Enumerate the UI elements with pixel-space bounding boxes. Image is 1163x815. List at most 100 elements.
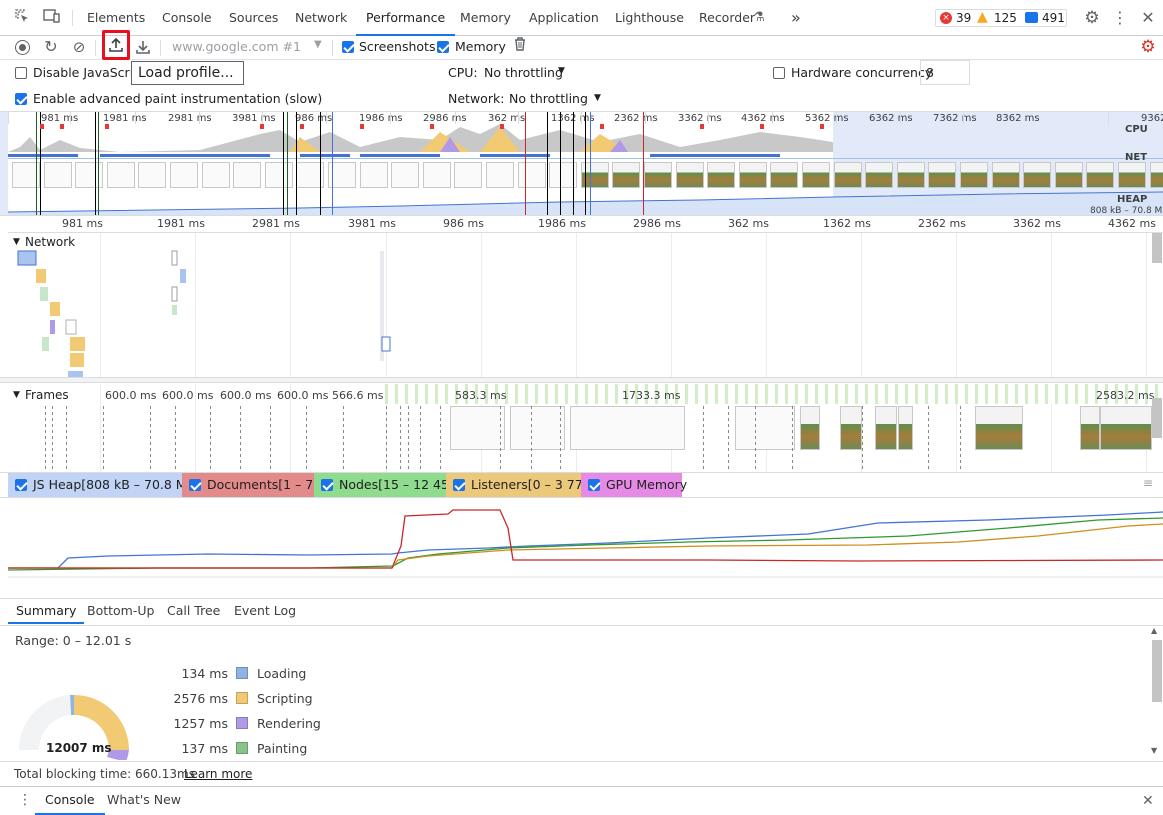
save-profile-button[interactable] <box>136 40 150 58</box>
screenshot-thumbnail <box>770 162 798 188</box>
grid-line <box>671 233 672 378</box>
learn-more-link[interactable]: Learn more <box>184 767 252 781</box>
timeline-marker-line <box>332 112 333 215</box>
tab-console[interactable]: Console <box>162 0 212 36</box>
drawer-tabbar: ⋮ Console What's New ✕ <box>0 786 1163 815</box>
screenshot-thumbnail <box>44 162 72 188</box>
screenshot-thumbnail <box>486 162 514 188</box>
network-throttling-select[interactable]: No throttling <box>509 91 588 106</box>
nodes-counter[interactable]: Nodes[15 – 12 453] <box>314 473 462 497</box>
network-label: Network: <box>448 91 505 106</box>
tab-memory[interactable]: Memory <box>460 0 511 36</box>
separator <box>160 40 161 56</box>
frame-marker-line <box>45 406 46 472</box>
scroll-up-icon[interactable]: ▲ <box>1151 626 1157 635</box>
tab-recorder[interactable]: Recorder <box>699 0 755 36</box>
close-icon[interactable]: ✕ <box>1138 8 1158 28</box>
frame-marker-line <box>440 406 441 472</box>
frame-marker-line <box>531 406 532 472</box>
grid-line <box>861 233 862 378</box>
disable-javascript-checkbox[interactable] <box>15 67 27 79</box>
documents-counter[interactable]: Documents[1 – 71] <box>182 473 326 497</box>
long-task-marker <box>300 124 304 129</box>
more-tabs-button[interactable]: » <box>791 0 801 36</box>
gpu-memory-checkbox[interactable] <box>588 479 600 491</box>
tab-call-tree[interactable]: Call Tree <box>167 600 220 624</box>
drawer-tab-whats-new[interactable]: What's New <box>107 787 181 815</box>
kebab-menu-icon[interactable]: ⋮ <box>1110 8 1130 28</box>
screenshot-thumbnail <box>1055 162 1083 188</box>
frame-marker-line <box>175 406 176 472</box>
timeline-overview[interactable]: CPU NET HEAP 808 kB – 70.8 MB 981 ms 1981… <box>0 111 1163 216</box>
close-drawer-icon[interactable]: ✕ <box>1142 793 1154 809</box>
load-profile-button[interactable] <box>102 30 130 60</box>
tab-network[interactable]: Network <box>295 0 347 36</box>
painting-swatch <box>236 742 248 754</box>
clear-icon[interactable]: ⊘ <box>69 37 89 57</box>
drawer-tab-console[interactable]: Console <box>35 787 105 815</box>
listeners-counter[interactable]: Listeners[0 – 3 779] <box>446 473 596 497</box>
gpu-memory-counter[interactable]: GPU Memory <box>581 473 687 497</box>
hardware-concurrency-input[interactable]: 8 <box>920 60 970 85</box>
listeners-label: Listeners[0 – 3 779] <box>471 477 596 492</box>
overview-tick-line <box>708 112 709 124</box>
collect-garbage-icon[interactable] <box>510 37 530 57</box>
tab-sources[interactable]: Sources <box>229 0 278 36</box>
target-select[interactable]: www.google.com #1 <box>172 39 301 54</box>
timeline-marker-line <box>320 112 321 215</box>
capture-settings-gear-icon[interactable]: ⚙ <box>1138 37 1158 57</box>
reload-record-icon[interactable]: ↻ <box>41 37 61 57</box>
summary-scrollbar[interactable] <box>1152 640 1162 702</box>
tab-application[interactable]: Application <box>529 0 599 36</box>
long-task-marker <box>40 124 44 129</box>
record-button[interactable] <box>15 40 30 55</box>
tab-summary[interactable]: Summary <box>8 600 85 624</box>
screenshot-thumbnail <box>612 162 640 188</box>
settings-gear-icon[interactable]: ⚙ <box>1082 8 1102 28</box>
disable-javascript-label: Disable JavaScript <box>33 65 131 80</box>
screenshot-thumbnail <box>423 162 451 188</box>
scroll-down-icon[interactable]: ▼ <box>1151 746 1157 755</box>
documents-checkbox[interactable] <box>189 479 201 491</box>
advanced-paint-checkbox[interactable] <box>15 93 27 105</box>
timeline-marker-line <box>296 112 297 215</box>
overview-tick-line <box>772 112 773 124</box>
tab-lighthouse[interactable]: Lighthouse <box>615 0 684 36</box>
inspect-element-icon[interactable] <box>12 8 32 28</box>
js-heap-counter[interactable]: JS Heap[808 kB – 70.8 MB] <box>8 473 200 497</box>
long-task-marker <box>600 124 604 129</box>
nodes-checkbox[interactable] <box>321 479 333 491</box>
network-scrollbar[interactable] <box>1152 233 1162 263</box>
timeline-marker-line <box>547 112 548 215</box>
screenshot-thumbnail <box>170 162 198 188</box>
hardware-concurrency-checkbox[interactable] <box>773 67 785 79</box>
tab-bottom-up[interactable]: Bottom-Up <box>87 600 154 624</box>
track-resizer[interactable] <box>0 377 1163 383</box>
tab-performance[interactable]: Performance <box>356 0 456 36</box>
expand-triangle-icon[interactable]: ▼ <box>13 390 20 400</box>
listeners-checkbox[interactable] <box>453 479 465 491</box>
overview-tick-label: 5362 ms <box>805 113 849 124</box>
screenshot-thumbnail <box>1023 162 1051 188</box>
screenshots-checkbox[interactable] <box>342 41 354 53</box>
scripting-ms: 2576 ms <box>173 691 228 706</box>
timeline-marker-line <box>283 112 284 215</box>
tab-event-log[interactable]: Event Log <box>234 600 296 624</box>
memory-checkbox[interactable] <box>437 41 449 53</box>
frames-track[interactable]: ▼ Frames 600.0 ms 600.0 ms 600.0 ms 600.0 m… <box>0 384 1163 472</box>
overview-tick-line <box>900 112 901 124</box>
long-task-marker <box>500 124 504 129</box>
scripting-swatch <box>236 692 248 704</box>
device-toolbar-icon[interactable] <box>42 8 62 28</box>
cpu-throttling-select[interactable]: No throttling <box>484 65 563 80</box>
network-track[interactable]: ▼ Network <box>0 233 1163 378</box>
overview-tick-label: 8362 ms <box>996 113 1040 124</box>
drawer-menu-icon[interactable]: ⋮ <box>18 792 32 808</box>
screenshot-thumbnail <box>1150 162 1163 188</box>
frame-marker-line <box>420 406 421 472</box>
frames-scrollbar[interactable] <box>1152 398 1162 438</box>
rendering-swatch <box>236 717 248 729</box>
drag-handle-icon[interactable]: ≡ <box>1143 476 1153 490</box>
main-ruler-label: 1981 ms <box>157 217 205 230</box>
js-heap-checkbox[interactable] <box>15 479 27 491</box>
